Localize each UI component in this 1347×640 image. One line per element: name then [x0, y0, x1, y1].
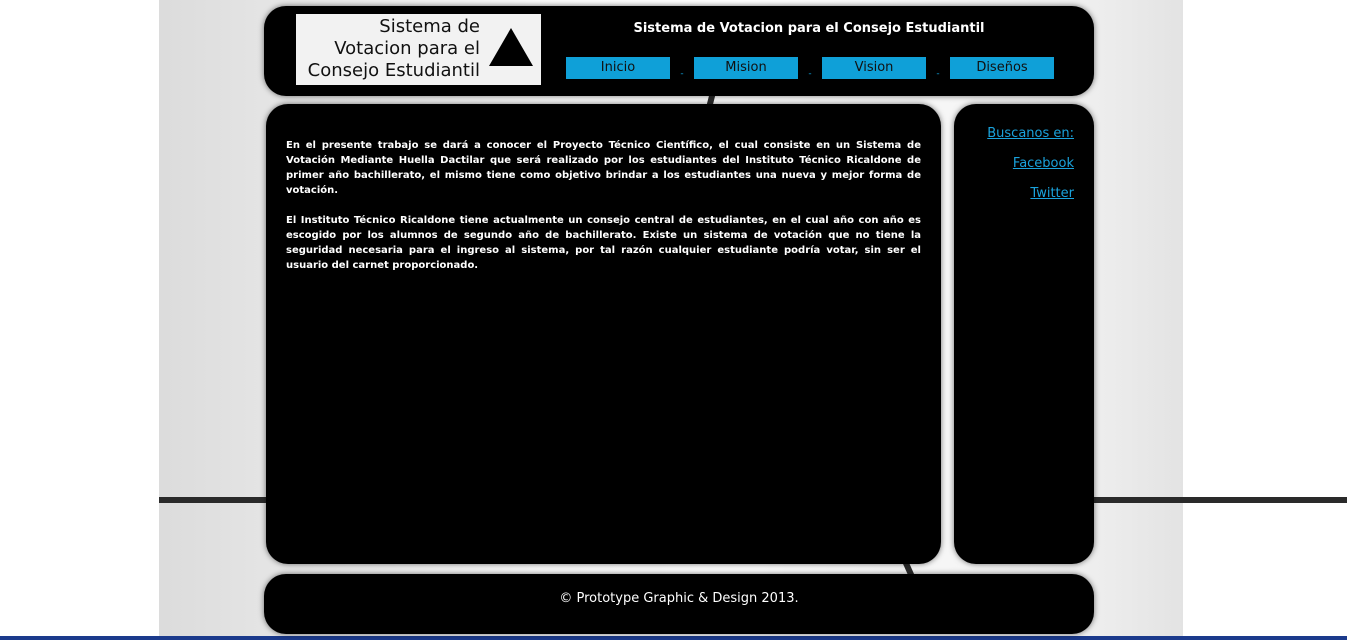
site-logo[interactable]: Sistema de Votacion para el Consejo Estu…	[296, 14, 541, 85]
site-title: Sistema de Votacion para el Consejo Estu…	[633, 21, 985, 36]
page-side-right	[1183, 0, 1347, 640]
social-links: Buscanos en: Facebook Twitter	[987, 126, 1074, 216]
nav-separator: -	[936, 69, 940, 79]
nav-button-disenos[interactable]: Diseños	[950, 57, 1054, 79]
link-buscanos[interactable]: Buscanos en:	[987, 126, 1074, 141]
window-bottom-edge	[0, 636, 1347, 640]
site-header: Sistema de Votacion para el Consejo Estu…	[264, 6, 1094, 96]
logo-text: Sistema de Votacion para el Consejo Estu…	[307, 16, 480, 81]
main-content-panel: En el presente trabajo se dará a conocer…	[266, 104, 941, 564]
link-twitter[interactable]: Twitter	[987, 186, 1074, 201]
main-navigation: Inicio - Mision - Vision - Diseños	[566, 57, 1054, 79]
link-facebook[interactable]: Facebook	[987, 156, 1074, 171]
intro-paragraph: En el presente trabajo se dará a conocer…	[286, 140, 921, 196]
triangle-icon	[489, 28, 533, 66]
background-stripe-right	[1090, 497, 1347, 503]
copyright-text: © Prototype Graphic & Design 2013.	[559, 591, 799, 606]
nav-button-mision[interactable]: Mision	[694, 57, 798, 79]
nav-button-inicio[interactable]: Inicio	[566, 57, 670, 79]
social-sidebar: Buscanos en: Facebook Twitter	[954, 104, 1094, 564]
nav-separator: -	[680, 69, 684, 79]
background-paragraph: El Instituto Técnico Ricaldone tiene act…	[286, 215, 921, 271]
background-stripe-left	[159, 497, 269, 503]
nav-button-vision[interactable]: Vision	[822, 57, 926, 79]
site-footer: © Prototype Graphic & Design 2013.	[264, 574, 1094, 634]
nav-separator: -	[808, 69, 812, 79]
page-side-left	[0, 0, 159, 640]
main-content: En el presente trabajo se dará a conocer…	[286, 138, 921, 288]
